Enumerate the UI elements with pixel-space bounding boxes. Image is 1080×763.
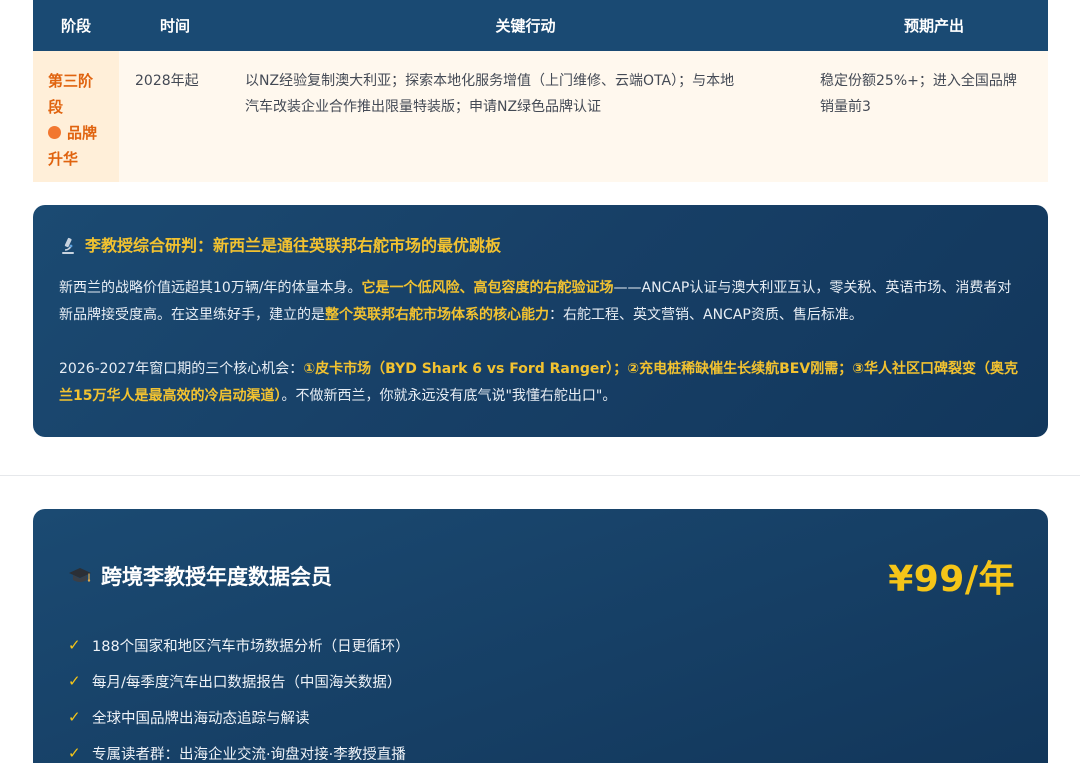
action-line1: 以NZ经验复制澳大利亚；探索本地化服务增值（上门维修、云端OTA）；与本地 bbox=[245, 73, 735, 89]
analysis-title-text: 李教授综合研判：新西兰是通往英联邦右舵市场的最优跳板 bbox=[85, 236, 502, 255]
header-expected-output: 预期产出 bbox=[903, 17, 964, 35]
phase-name-line2: 升华 bbox=[48, 150, 79, 168]
membership-title: 跨境李教授年度数据会员 bbox=[68, 561, 332, 591]
check-icon: ✓ bbox=[68, 672, 81, 690]
highlight-text: 整个英联邦右舵市场体系的核心能力 bbox=[325, 307, 549, 323]
phase-label-line1: 第三阶 bbox=[48, 72, 94, 90]
time-cell: 2028年起 bbox=[135, 73, 199, 89]
analysis-paragraph-2: 2026-2027年窗口期的三个核心机会：①皮卡市场（BYD Shark 6 v… bbox=[59, 356, 1022, 410]
text-run: ：右舵工程、英文营销、ANCAP资质、售后标准。 bbox=[549, 307, 863, 323]
page: 阶段 时间 关键行动 预期产出 第三阶 段 品牌 升华 2028年起 以NZ经验… bbox=[0, 0, 1080, 763]
check-icon: ✓ bbox=[68, 708, 81, 726]
action-line2: 汽车改装企业合作推出限量特装版；申请NZ绿色品牌认证 bbox=[245, 99, 602, 115]
header-phase: 阶段 bbox=[60, 17, 91, 35]
orange-dot-icon bbox=[48, 126, 61, 139]
check-icon: ✓ bbox=[68, 744, 81, 762]
phase-name: 品牌 bbox=[48, 120, 109, 146]
header-time: 时间 bbox=[159, 17, 190, 35]
feature-text: 每月/每季度汽车出口数据报告（中国海关数据） bbox=[92, 674, 402, 691]
action-cell: 以NZ经验复制澳大利亚；探索本地化服务增值（上门维修、云端OTA）；与本地 汽车… bbox=[231, 51, 820, 120]
graduation-cap-icon bbox=[68, 565, 92, 587]
output-line1: 稳定份额25%+；进入全国品牌 bbox=[820, 73, 1017, 89]
feature-text: 专属读者群：出海企业交流·询盘对接·李教授直播 bbox=[92, 746, 406, 763]
analysis-paragraph-1: 新西兰的战略价值远超其10万辆/年的体量本身。它是一个低风险、高包容度的右舵验证… bbox=[59, 275, 1022, 329]
membership-header: 跨境李教授年度数据会员 ¥99/年 bbox=[68, 556, 1015, 600]
text-run: 。不做新西兰，你就永远没有底气说"我懂右舵出口"。 bbox=[281, 388, 617, 404]
microscope-icon bbox=[59, 237, 77, 255]
phase-label-line2: 段 bbox=[48, 98, 64, 116]
feature-text: 188个国家和地区汽车市场数据分析（日更循环） bbox=[92, 638, 410, 655]
output-line2: 销量前3 bbox=[820, 99, 871, 115]
list-item: ✓ 每月/每季度汽车出口数据报告（中国海关数据） bbox=[68, 663, 410, 699]
header-key-actions: 关键行动 bbox=[495, 17, 556, 35]
phase-name-line1: 品牌 bbox=[67, 124, 98, 142]
text-run: 2026-2027年窗口期的三个核心机会： bbox=[59, 361, 304, 377]
phase-cell: 第三阶 段 品牌 升华 bbox=[33, 51, 119, 182]
feature-list: ✓ 188个国家和地区汽车市场数据分析（日更循环） ✓ 每月/每季度汽车出口数据报告… bbox=[68, 627, 410, 763]
text-run: 新西兰的战略价值远超其10万辆/年的体量本身。 bbox=[59, 280, 362, 296]
list-item: ✓ 188个国家和地区汽车市场数据分析（日更循环） bbox=[68, 627, 410, 663]
highlight-text: 它是一个低风险、高包容度的右舵验证场 bbox=[361, 280, 614, 296]
analysis-title: 李教授综合研判：新西兰是通往英联邦右舵市场的最优跳板 bbox=[59, 233, 1022, 259]
output-cell: 稳定份额25%+；进入全国品牌 销量前3 bbox=[820, 51, 1048, 120]
table-header: 阶段 时间 关键行动 预期产出 bbox=[33, 0, 1048, 51]
check-icon: ✓ bbox=[68, 636, 81, 654]
list-item: ✓ 专属读者群：出海企业交流·询盘对接·李教授直播 bbox=[68, 735, 410, 763]
price-label: ¥99/年 bbox=[888, 559, 1015, 600]
section-divider bbox=[0, 475, 1080, 476]
analysis-box: 李教授综合研判：新西兰是通往英联邦右舵市场的最优跳板 新西兰的战略价值远超其10… bbox=[33, 205, 1048, 437]
membership-title-text: 跨境李教授年度数据会员 bbox=[101, 565, 332, 589]
list-item: ✓ 全球中国品牌出海动态追踪与解读 bbox=[68, 699, 410, 735]
feature-text: 全球中国品牌出海动态追踪与解读 bbox=[92, 710, 310, 727]
membership-card[interactable]: 跨境李教授年度数据会员 ¥99/年 ✓ 188个国家和地区汽车市场数据分析（日更循… bbox=[33, 509, 1048, 763]
roadmap-table: 阶段 时间 关键行动 预期产出 第三阶 段 品牌 升华 2028年起 以NZ经验… bbox=[33, 0, 1048, 182]
table-row: 第三阶 段 品牌 升华 2028年起 以NZ经验复制澳大利亚；探索本地化服务增值… bbox=[33, 51, 1048, 182]
